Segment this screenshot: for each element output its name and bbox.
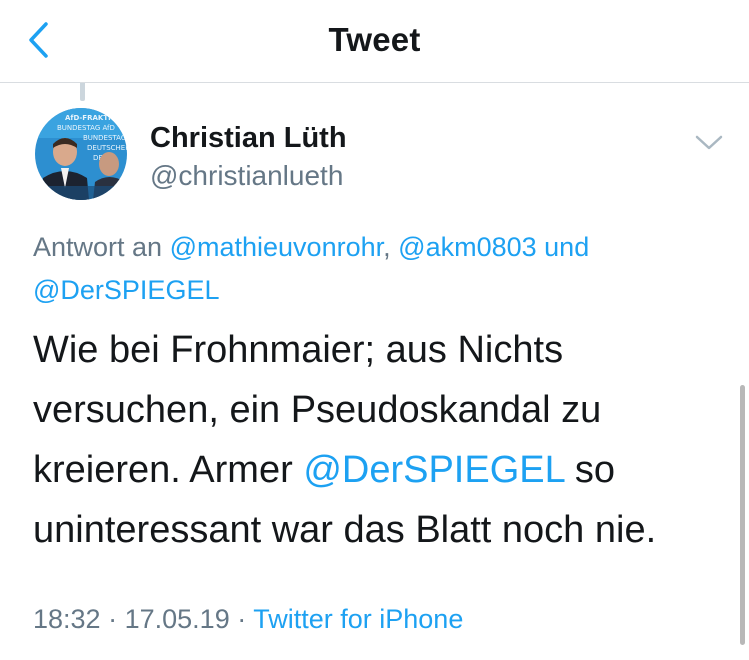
author-handle[interactable]: @christianlueth — [150, 160, 343, 192]
meta-dot: · — [237, 604, 247, 634]
avatar-banner-line: BUNDESTAG AfD — [57, 124, 115, 132]
avatar-image: AfD-FRAKTION BUNDESTAG AfD BUNDESTAG DEU… — [35, 108, 127, 200]
author-name[interactable]: Christian Lüth — [150, 122, 347, 155]
reply-and[interactable]: und — [544, 232, 589, 262]
reply-prefix: Antwort an — [33, 232, 163, 262]
avatar-banner-line: DEUTSCHEN — [87, 144, 127, 152]
scrollbar[interactable] — [740, 385, 745, 645]
tweet-time: 18:32 — [33, 604, 101, 634]
reply-mention-mathieuvonrohr[interactable]: @mathieuvonrohr — [170, 232, 384, 262]
avatar-banner-line: AfD-FRAKTION — [65, 114, 123, 122]
chevron-down-icon — [695, 135, 723, 150]
nav-bar: Tweet — [0, 0, 749, 83]
avatar[interactable]: AfD-FRAKTION BUNDESTAG AfD BUNDESTAG DEU… — [35, 108, 127, 200]
tweet-source[interactable]: Twitter for iPhone — [253, 604, 463, 634]
reply-mention-derspiegel[interactable]: @DerSPIEGEL — [33, 275, 219, 305]
tweet-date: 17.05.19 — [124, 604, 230, 634]
tweet-text: Wie bei Frohnmaier; aus Nichts versuchen… — [33, 320, 723, 560]
meta-dot: · — [108, 604, 118, 634]
reply-context: Antwort an @mathieuvonrohr, @akm0803 und… — [33, 226, 713, 312]
avatar-banner-line: BUNDESTAG — [83, 134, 126, 142]
page-title: Tweet — [328, 21, 421, 58]
tweet-menu-button[interactable] — [693, 132, 725, 154]
reply-mention-akm0803[interactable]: @akm0803 — [398, 232, 536, 262]
thread-connector — [80, 83, 85, 101]
reply-separator: , — [383, 232, 391, 262]
tweet-mention-derspiegel[interactable]: @DerSPIEGEL — [303, 449, 564, 491]
tweet-meta: 18:32 · 17.05.19 · Twitter for iPhone — [33, 604, 463, 635]
